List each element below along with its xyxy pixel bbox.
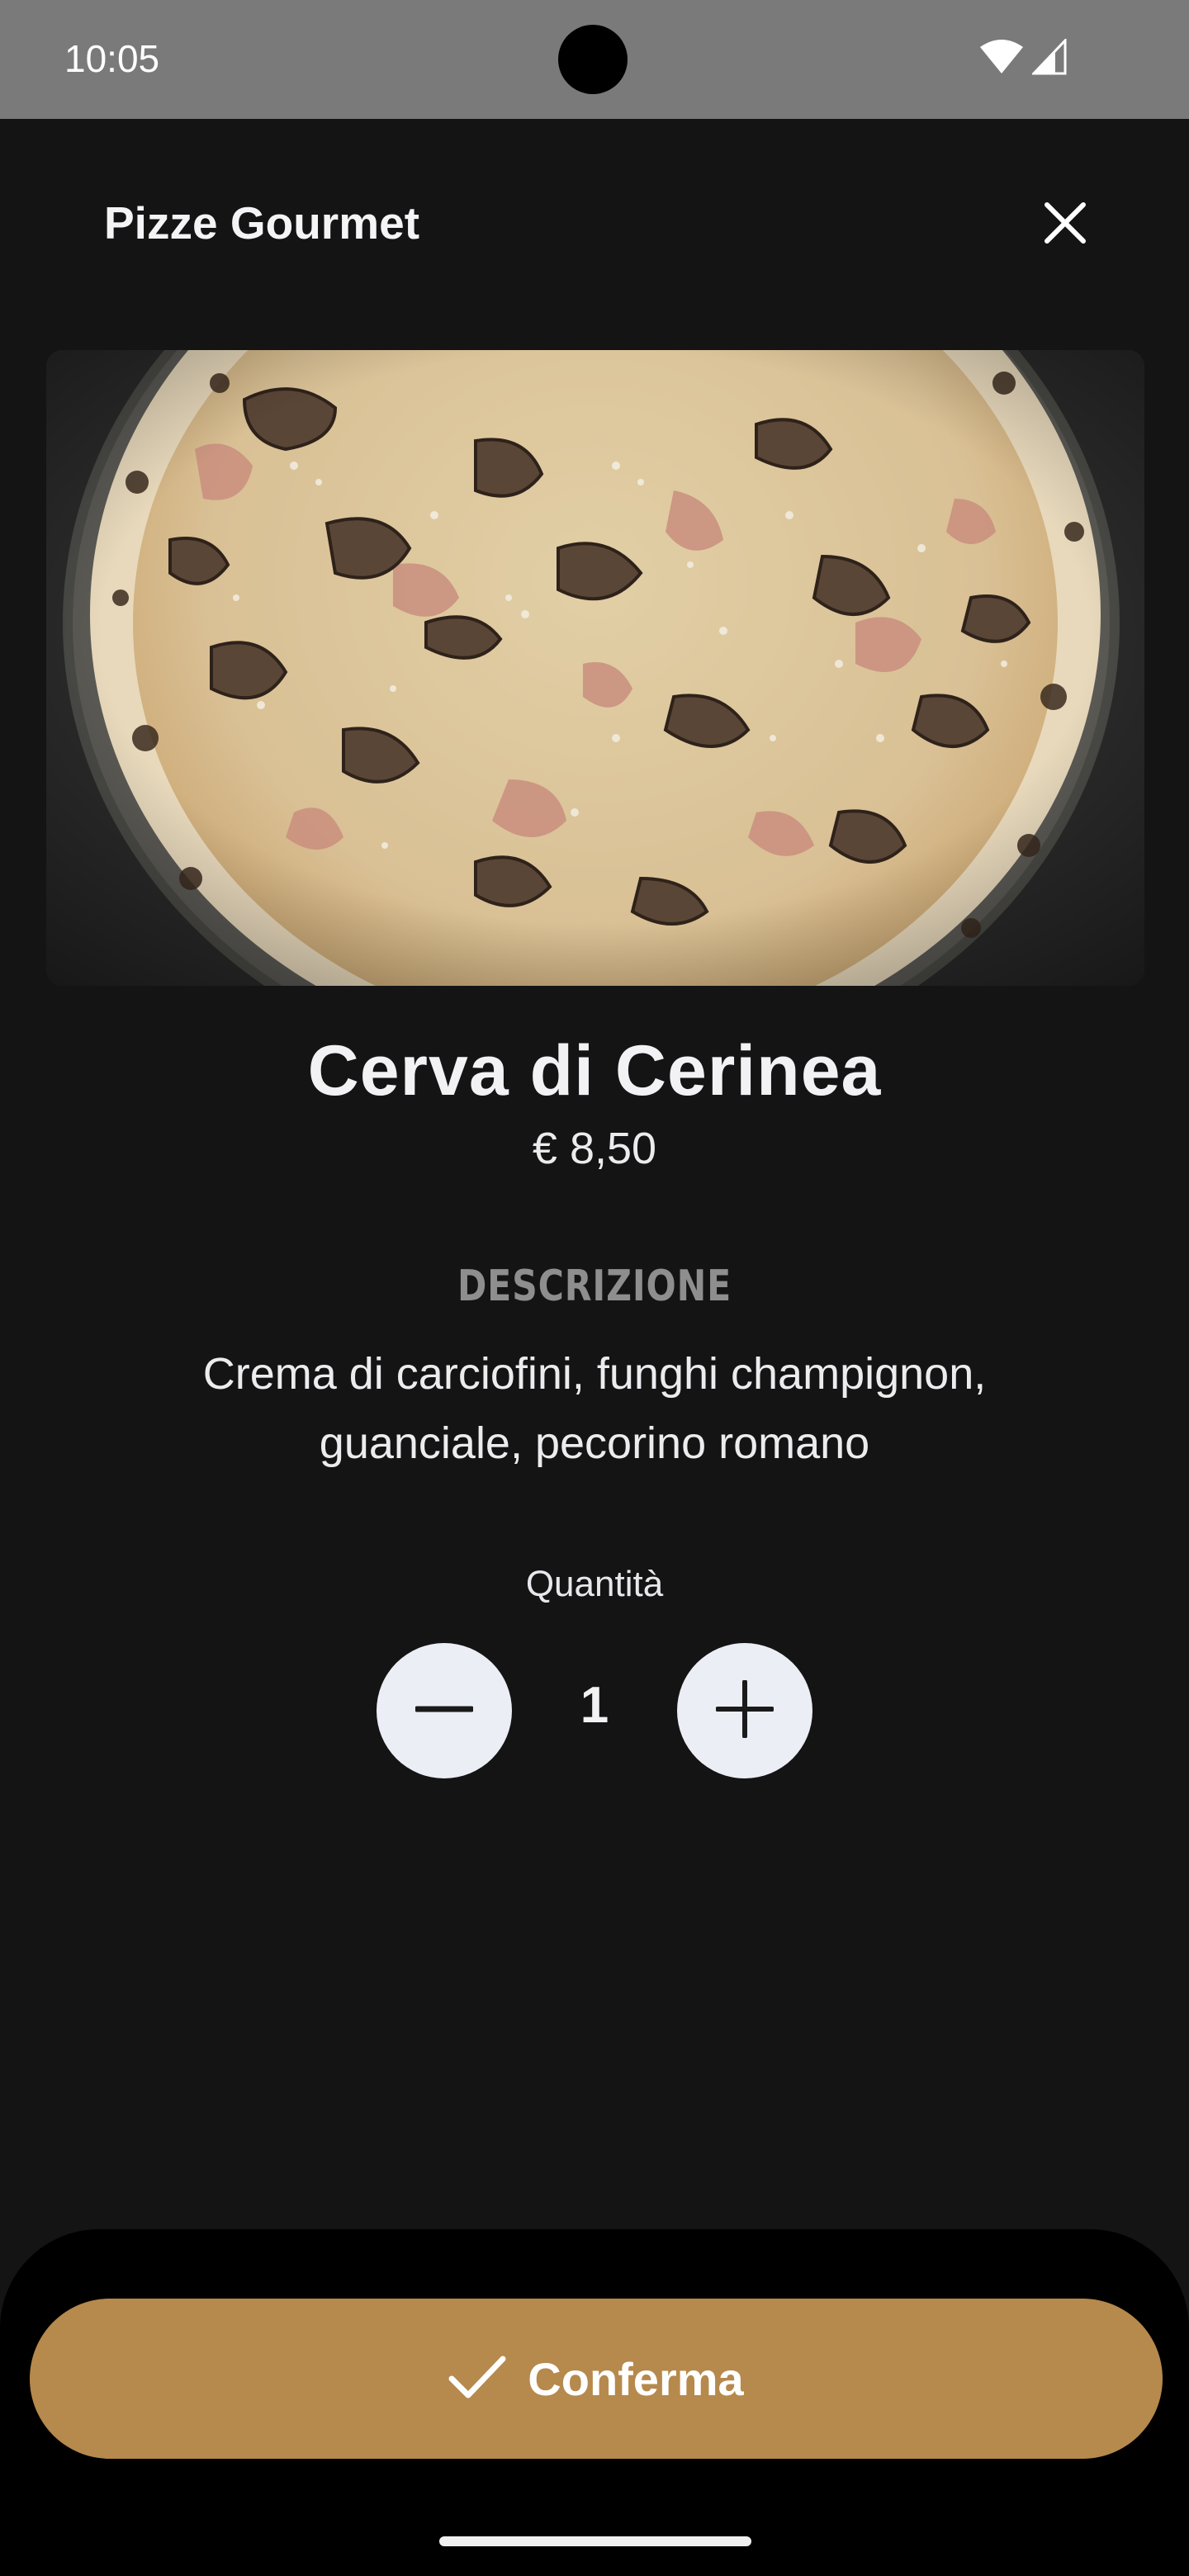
product-name: Cerva di Cerinea [307, 1031, 882, 1110]
product-description: Crema di carciofini, funghi champignon, … [202, 1349, 987, 1468]
status-bar: 10:05 [0, 0, 1189, 119]
close-icon [1042, 200, 1088, 250]
pizza-photo [46, 350, 1144, 986]
status-icons [979, 36, 1067, 79]
wifi-icon [979, 39, 1024, 79]
plus-icon [715, 1679, 775, 1742]
description-label: DESCRIZIONE [457, 1262, 732, 1311]
product-image [46, 350, 1144, 986]
product-detail-screen: 10:05 Pizze Gourmet Cerva di Cerinea € 8… [0, 0, 1189, 2576]
quantity-label: Quantità [525, 1564, 664, 1604]
signal-icon [1030, 36, 1067, 79]
quantity-increase-button[interactable] [677, 1643, 812, 1778]
front-camera [558, 25, 628, 94]
home-indicator[interactable] [439, 2536, 751, 2546]
quantity-decrease-button[interactable] [377, 1643, 512, 1778]
check-icon [448, 2354, 506, 2404]
close-button[interactable] [1032, 192, 1098, 258]
confirm-label: Conferma [528, 2352, 744, 2405]
page-title: Pizze Gourmet [104, 197, 420, 249]
confirm-button[interactable]: Conferma [30, 2299, 1163, 2459]
minus-icon [414, 1680, 475, 1742]
status-time: 10:05 [64, 37, 160, 80]
product-price: € 8,50 [532, 1124, 657, 1173]
quantity-value: 1 [580, 1677, 609, 1734]
